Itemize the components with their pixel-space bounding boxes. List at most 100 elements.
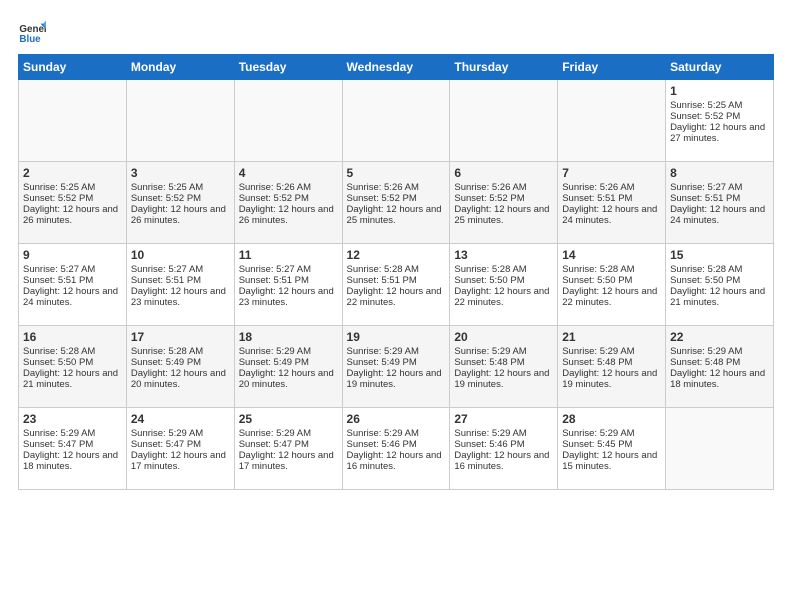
calendar-cell: 18Sunrise: 5:29 AMSunset: 5:49 PMDayligh… xyxy=(234,326,342,408)
day-number: 10 xyxy=(131,248,230,262)
calendar-cell: 17Sunrise: 5:28 AMSunset: 5:49 PMDayligh… xyxy=(126,326,234,408)
calendar-body: 1Sunrise: 5:25 AMSunset: 5:52 PMDaylight… xyxy=(19,80,774,490)
sunrise-text: Sunrise: 5:29 AM xyxy=(239,346,311,357)
daylight-text: Daylight: 12 hours and 16 minutes. xyxy=(347,450,442,472)
header-day-friday: Friday xyxy=(558,55,666,80)
logo-icon: General Blue xyxy=(18,18,46,46)
week-row-3: 16Sunrise: 5:28 AMSunset: 5:50 PMDayligh… xyxy=(19,326,774,408)
sunset-text: Sunset: 5:52 PM xyxy=(347,193,417,204)
sunset-text: Sunset: 5:51 PM xyxy=(670,193,740,204)
daylight-text: Daylight: 12 hours and 17 minutes. xyxy=(239,450,334,472)
sunrise-text: Sunrise: 5:27 AM xyxy=(239,264,311,275)
header-day-thursday: Thursday xyxy=(450,55,558,80)
daylight-text: Daylight: 12 hours and 19 minutes. xyxy=(454,368,549,390)
header-day-saturday: Saturday xyxy=(666,55,774,80)
sunset-text: Sunset: 5:46 PM xyxy=(454,439,524,450)
sunset-text: Sunset: 5:46 PM xyxy=(347,439,417,450)
sunset-text: Sunset: 5:50 PM xyxy=(454,275,524,286)
calendar-cell: 6Sunrise: 5:26 AMSunset: 5:52 PMDaylight… xyxy=(450,162,558,244)
daylight-text: Daylight: 12 hours and 20 minutes. xyxy=(131,368,226,390)
header-row: SundayMondayTuesdayWednesdayThursdayFrid… xyxy=(19,55,774,80)
sunset-text: Sunset: 5:51 PM xyxy=(347,275,417,286)
sunset-text: Sunset: 5:51 PM xyxy=(239,275,309,286)
calendar-cell xyxy=(342,80,450,162)
sunrise-text: Sunrise: 5:29 AM xyxy=(562,346,634,357)
daylight-text: Daylight: 12 hours and 23 minutes. xyxy=(239,286,334,308)
daylight-text: Daylight: 12 hours and 15 minutes. xyxy=(562,450,657,472)
daylight-text: Daylight: 12 hours and 24 minutes. xyxy=(23,286,118,308)
calendar-cell: 5Sunrise: 5:26 AMSunset: 5:52 PMDaylight… xyxy=(342,162,450,244)
calendar-cell: 19Sunrise: 5:29 AMSunset: 5:49 PMDayligh… xyxy=(342,326,450,408)
calendar-cell: 21Sunrise: 5:29 AMSunset: 5:48 PMDayligh… xyxy=(558,326,666,408)
day-number: 18 xyxy=(239,330,338,344)
sunrise-text: Sunrise: 5:25 AM xyxy=(131,182,203,193)
daylight-text: Daylight: 12 hours and 19 minutes. xyxy=(562,368,657,390)
daylight-text: Daylight: 12 hours and 18 minutes. xyxy=(670,368,765,390)
sunrise-text: Sunrise: 5:29 AM xyxy=(562,428,634,439)
sunset-text: Sunset: 5:52 PM xyxy=(239,193,309,204)
daylight-text: Daylight: 12 hours and 25 minutes. xyxy=(347,204,442,226)
day-number: 20 xyxy=(454,330,553,344)
daylight-text: Daylight: 12 hours and 23 minutes. xyxy=(131,286,226,308)
calendar-cell: 8Sunrise: 5:27 AMSunset: 5:51 PMDaylight… xyxy=(666,162,774,244)
calendar-cell: 15Sunrise: 5:28 AMSunset: 5:50 PMDayligh… xyxy=(666,244,774,326)
day-number: 26 xyxy=(347,412,446,426)
calendar-cell: 14Sunrise: 5:28 AMSunset: 5:50 PMDayligh… xyxy=(558,244,666,326)
sunrise-text: Sunrise: 5:29 AM xyxy=(347,346,419,357)
sunrise-text: Sunrise: 5:26 AM xyxy=(562,182,634,193)
calendar-cell: 10Sunrise: 5:27 AMSunset: 5:51 PMDayligh… xyxy=(126,244,234,326)
sunset-text: Sunset: 5:51 PM xyxy=(131,275,201,286)
daylight-text: Daylight: 12 hours and 26 minutes. xyxy=(131,204,226,226)
sunrise-text: Sunrise: 5:25 AM xyxy=(670,100,742,111)
sunrise-text: Sunrise: 5:29 AM xyxy=(347,428,419,439)
calendar-cell: 2Sunrise: 5:25 AMSunset: 5:52 PMDaylight… xyxy=(19,162,127,244)
header-day-sunday: Sunday xyxy=(19,55,127,80)
day-number: 8 xyxy=(670,166,769,180)
daylight-text: Daylight: 12 hours and 25 minutes. xyxy=(454,204,549,226)
day-number: 25 xyxy=(239,412,338,426)
svg-text:Blue: Blue xyxy=(19,34,41,45)
day-number: 6 xyxy=(454,166,553,180)
sunset-text: Sunset: 5:52 PM xyxy=(670,111,740,122)
sunset-text: Sunset: 5:52 PM xyxy=(454,193,524,204)
day-number: 9 xyxy=(23,248,122,262)
day-number: 14 xyxy=(562,248,661,262)
day-number: 11 xyxy=(239,248,338,262)
sunrise-text: Sunrise: 5:26 AM xyxy=(347,182,419,193)
sunrise-text: Sunrise: 5:28 AM xyxy=(131,346,203,357)
calendar-cell xyxy=(126,80,234,162)
sunrise-text: Sunrise: 5:29 AM xyxy=(23,428,95,439)
day-number: 16 xyxy=(23,330,122,344)
sunset-text: Sunset: 5:50 PM xyxy=(670,275,740,286)
sunrise-text: Sunrise: 5:28 AM xyxy=(23,346,95,357)
calendar-cell: 26 Sunrise: 5:29 AMSunset: 5:46 PMDayligh… xyxy=(342,408,450,490)
calendar-cell: 28Sunrise: 5:29 AMSunset: 5:45 PMDayligh… xyxy=(558,408,666,490)
sunrise-text: Sunrise: 5:29 AM xyxy=(454,346,526,357)
calendar-cell xyxy=(666,408,774,490)
day-number: 27 xyxy=(454,412,553,426)
calendar-cell: 22Sunrise: 5:29 AMSunset: 5:48 PMDayligh… xyxy=(666,326,774,408)
sunset-text: Sunset: 5:49 PM xyxy=(347,357,417,368)
daylight-text: Daylight: 12 hours and 27 minutes. xyxy=(670,122,765,144)
day-number: 24 xyxy=(131,412,230,426)
sunset-text: Sunset: 5:51 PM xyxy=(23,275,93,286)
daylight-text: Daylight: 12 hours and 24 minutes. xyxy=(670,204,765,226)
sunrise-text: Sunrise: 5:25 AM xyxy=(23,182,95,193)
week-row-0: 1Sunrise: 5:25 AMSunset: 5:52 PMDaylight… xyxy=(19,80,774,162)
day-number: 3 xyxy=(131,166,230,180)
daylight-text: Daylight: 12 hours and 22 minutes. xyxy=(347,286,442,308)
day-number: 12 xyxy=(347,248,446,262)
sunset-text: Sunset: 5:47 PM xyxy=(23,439,93,450)
calendar-cell: 20Sunrise: 5:29 AMSunset: 5:48 PMDayligh… xyxy=(450,326,558,408)
sunset-text: Sunset: 5:45 PM xyxy=(562,439,632,450)
sunrise-text: Sunrise: 5:28 AM xyxy=(454,264,526,275)
week-row-1: 2Sunrise: 5:25 AMSunset: 5:52 PMDaylight… xyxy=(19,162,774,244)
sunrise-text: Sunrise: 5:28 AM xyxy=(670,264,742,275)
day-number: 19 xyxy=(347,330,446,344)
calendar-cell: 13Sunrise: 5:28 AMSunset: 5:50 PMDayligh… xyxy=(450,244,558,326)
day-number: 13 xyxy=(454,248,553,262)
sunrise-text: Sunrise: 5:28 AM xyxy=(562,264,634,275)
header-day-monday: Monday xyxy=(126,55,234,80)
logo: General Blue xyxy=(18,18,50,46)
calendar-cell xyxy=(19,80,127,162)
